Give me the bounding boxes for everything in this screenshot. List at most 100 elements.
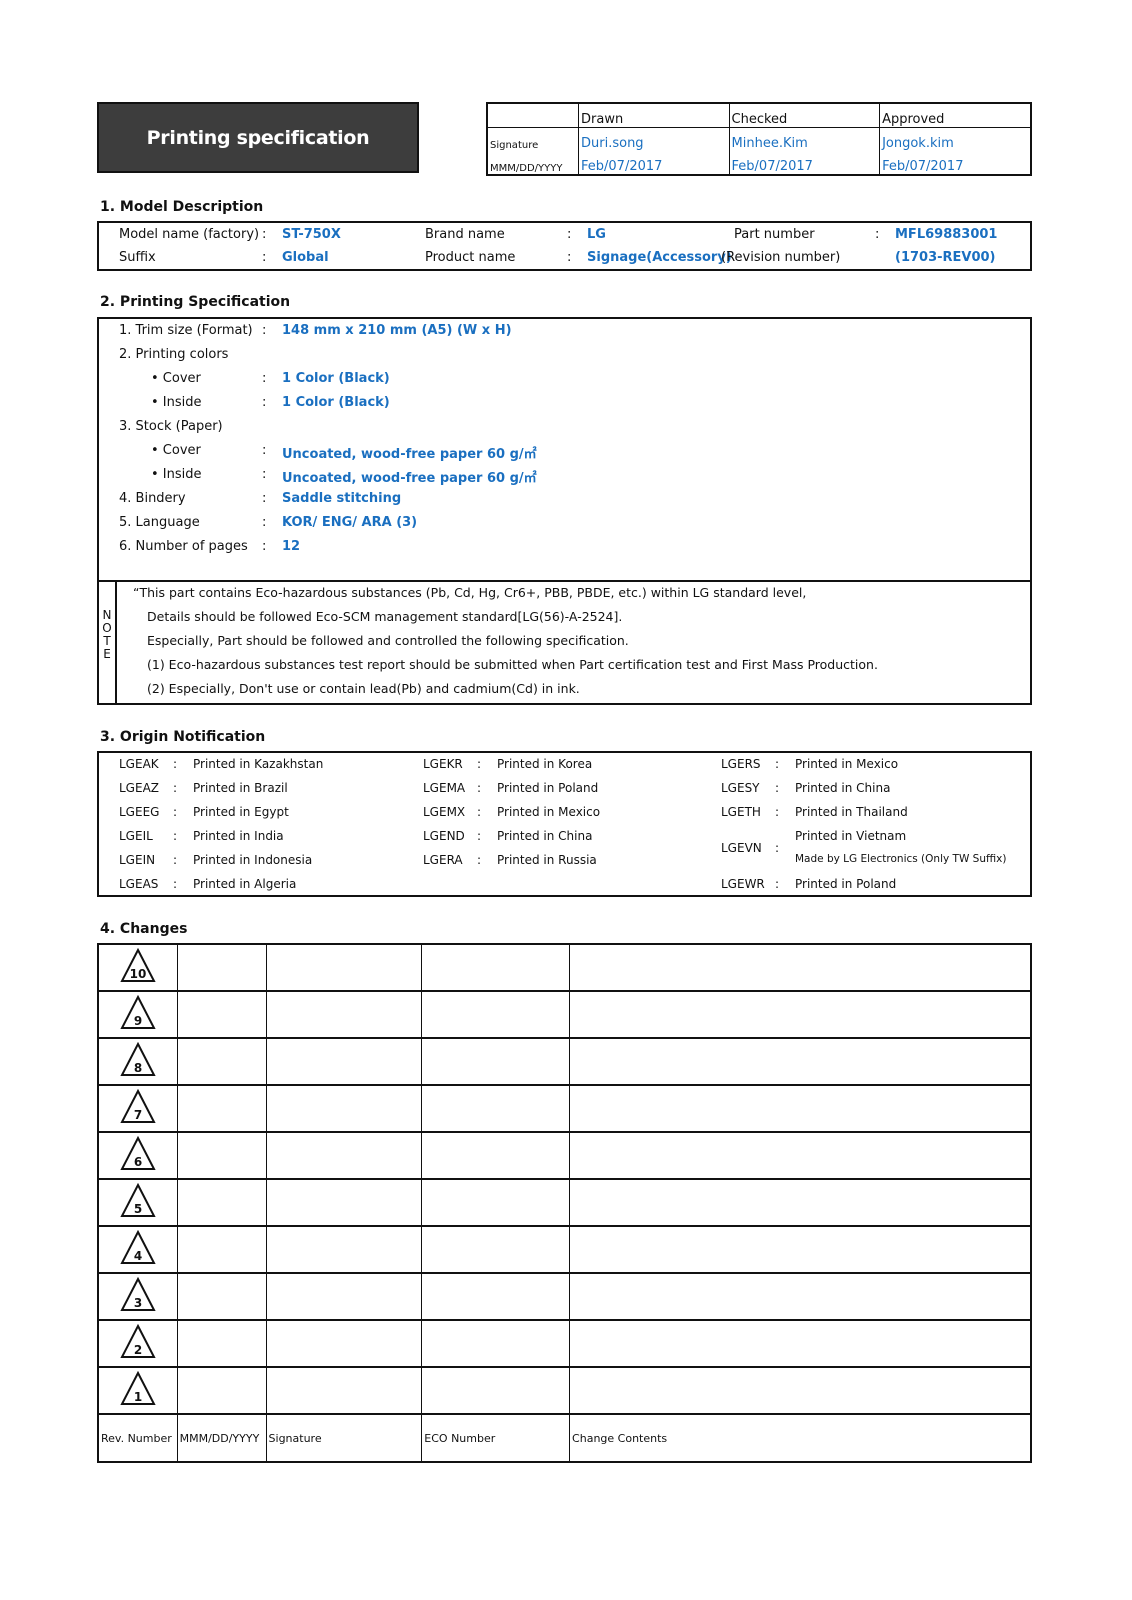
change-row: 5: [97, 1178, 1032, 1227]
sig-drawn-name: Duri.song: [578, 127, 730, 151]
note-line-3: Especially, Part should be followed and …: [147, 633, 629, 648]
change-date-cell[interactable]: [176, 1131, 267, 1180]
origin-text: Printed in China: [497, 829, 593, 843]
sig-header-row: Drawn Checked Approved: [486, 102, 1032, 128]
change-eco-cell[interactable]: [421, 1366, 571, 1415]
changes-column-label: ECO Number: [421, 1413, 571, 1463]
suffix-label: Suffix: [119, 250, 156, 265]
revision-number: 8: [134, 1061, 142, 1075]
spec-item-value: Saddle stitching: [282, 491, 402, 506]
origin-text: Printed in Mexico: [497, 805, 601, 819]
origin-text: Printed in Russia: [497, 853, 597, 867]
revision-number: 1: [134, 1390, 142, 1404]
change-signature-cell[interactable]: [265, 1084, 423, 1133]
change-contents-cell[interactable]: [569, 1272, 1032, 1321]
change-signature-cell[interactable]: [265, 1131, 423, 1180]
revision-marker: 5: [97, 1178, 178, 1227]
spec-item-label: 4. Bindery: [119, 491, 186, 506]
colon: :: [262, 227, 267, 242]
change-contents-cell[interactable]: [569, 1319, 1032, 1368]
revision-number: 6: [134, 1155, 142, 1169]
change-contents-cell[interactable]: [569, 1225, 1032, 1274]
changes-column-label: Rev. Number: [97, 1413, 178, 1463]
change-row: 9: [97, 990, 1032, 1039]
change-contents-cell[interactable]: [569, 1366, 1032, 1415]
change-contents-cell[interactable]: [569, 1037, 1032, 1086]
spec-item-label: • Cover: [151, 443, 201, 458]
revision-triangle-icon: 2: [120, 1323, 156, 1358]
colon: :: [477, 781, 482, 795]
change-signature-cell[interactable]: [265, 1319, 423, 1368]
origin-code: LGEMX: [423, 805, 466, 819]
origin-code: LGEAS: [119, 877, 159, 891]
origin-text: Printed in Poland: [497, 781, 599, 795]
revision-triangle-icon: 5: [120, 1182, 156, 1217]
origin-box: LGEAK: Printed in Kazakhstan LGEAZ: Printed…: [97, 751, 1032, 897]
change-signature-cell[interactable]: [265, 1225, 423, 1274]
change-row: 4: [97, 1225, 1032, 1274]
note-line-4: (1) Eco-hazardous substances test report…: [147, 657, 878, 672]
change-row: 7: [97, 1084, 1032, 1133]
change-contents-cell[interactable]: [569, 1178, 1032, 1227]
change-signature-cell[interactable]: [265, 943, 423, 992]
sig-checked-date: Feb/07/2017: [728, 151, 881, 176]
change-contents-cell[interactable]: [569, 1131, 1032, 1180]
change-signature-cell[interactable]: [265, 1178, 423, 1227]
origin-text: Printed in Brazil: [193, 781, 288, 795]
change-eco-cell[interactable]: [421, 1131, 571, 1180]
change-eco-cell[interactable]: [421, 1319, 571, 1368]
spec-item-label: • Inside: [151, 395, 202, 410]
change-contents-cell[interactable]: [569, 990, 1032, 1039]
change-date-cell[interactable]: [176, 1366, 267, 1415]
sig-approved-date: Feb/07/2017: [879, 151, 1032, 176]
spec-item-label: 6. Number of pages: [119, 539, 248, 554]
change-date-cell[interactable]: [176, 1084, 267, 1133]
colon: :: [477, 757, 482, 771]
change-eco-cell[interactable]: [421, 1037, 571, 1086]
origin-text: Printed in Thailand: [795, 805, 908, 819]
change-date-cell[interactable]: [176, 943, 267, 992]
change-eco-cell[interactable]: [421, 943, 571, 992]
origin-code: LGESY: [721, 781, 760, 795]
change-signature-cell[interactable]: [265, 990, 423, 1039]
revision-number: 3: [134, 1296, 142, 1310]
sig-col-drawn: Drawn: [578, 102, 730, 128]
change-eco-cell[interactable]: [421, 1225, 571, 1274]
approval-signature-table: Drawn Checked Approved Signature Duri.so…: [486, 102, 1032, 176]
change-signature-cell[interactable]: [265, 1272, 423, 1321]
change-date-cell[interactable]: [176, 1178, 267, 1227]
colon: :: [262, 371, 267, 386]
origin-text: Printed in Poland: [795, 877, 897, 891]
change-date-cell[interactable]: [176, 1272, 267, 1321]
change-date-cell[interactable]: [176, 1319, 267, 1368]
change-eco-cell[interactable]: [421, 990, 571, 1039]
change-eco-cell[interactable]: [421, 1084, 571, 1133]
change-eco-cell[interactable]: [421, 1178, 571, 1227]
change-signature-cell[interactable]: [265, 1037, 423, 1086]
change-contents-cell[interactable]: [569, 1084, 1032, 1133]
change-row: 6: [97, 1131, 1032, 1180]
colon: :: [262, 467, 267, 482]
change-date-cell[interactable]: [176, 1225, 267, 1274]
origin-code: LGERS: [721, 757, 761, 771]
spec-item-label: 2. Printing colors: [119, 347, 229, 362]
sig-row-label: Signature: [486, 127, 579, 151]
revision-triangle-icon: 3: [120, 1276, 156, 1311]
colon: :: [173, 805, 178, 819]
origin-text: Printed in India: [193, 829, 284, 843]
change-contents-cell[interactable]: [569, 943, 1032, 992]
part-number-label: Part number: [734, 227, 815, 242]
colon: :: [567, 250, 572, 265]
change-eco-cell[interactable]: [421, 1272, 571, 1321]
origin-code: LGETH: [721, 805, 761, 819]
spec-item-value: 1 Color (Black): [282, 395, 390, 410]
colon: :: [173, 853, 178, 867]
colon: :: [173, 877, 178, 891]
change-signature-cell[interactable]: [265, 1366, 423, 1415]
spec-item-value: Uncoated, wood-free paper 60 g/㎡: [282, 471, 537, 486]
change-date-cell[interactable]: [176, 990, 267, 1039]
origin-code: LGEAZ: [119, 781, 159, 795]
revision-number-value: (1703-REV00): [895, 250, 996, 265]
change-date-cell[interactable]: [176, 1037, 267, 1086]
revision-triangle-icon: 10: [120, 947, 156, 982]
